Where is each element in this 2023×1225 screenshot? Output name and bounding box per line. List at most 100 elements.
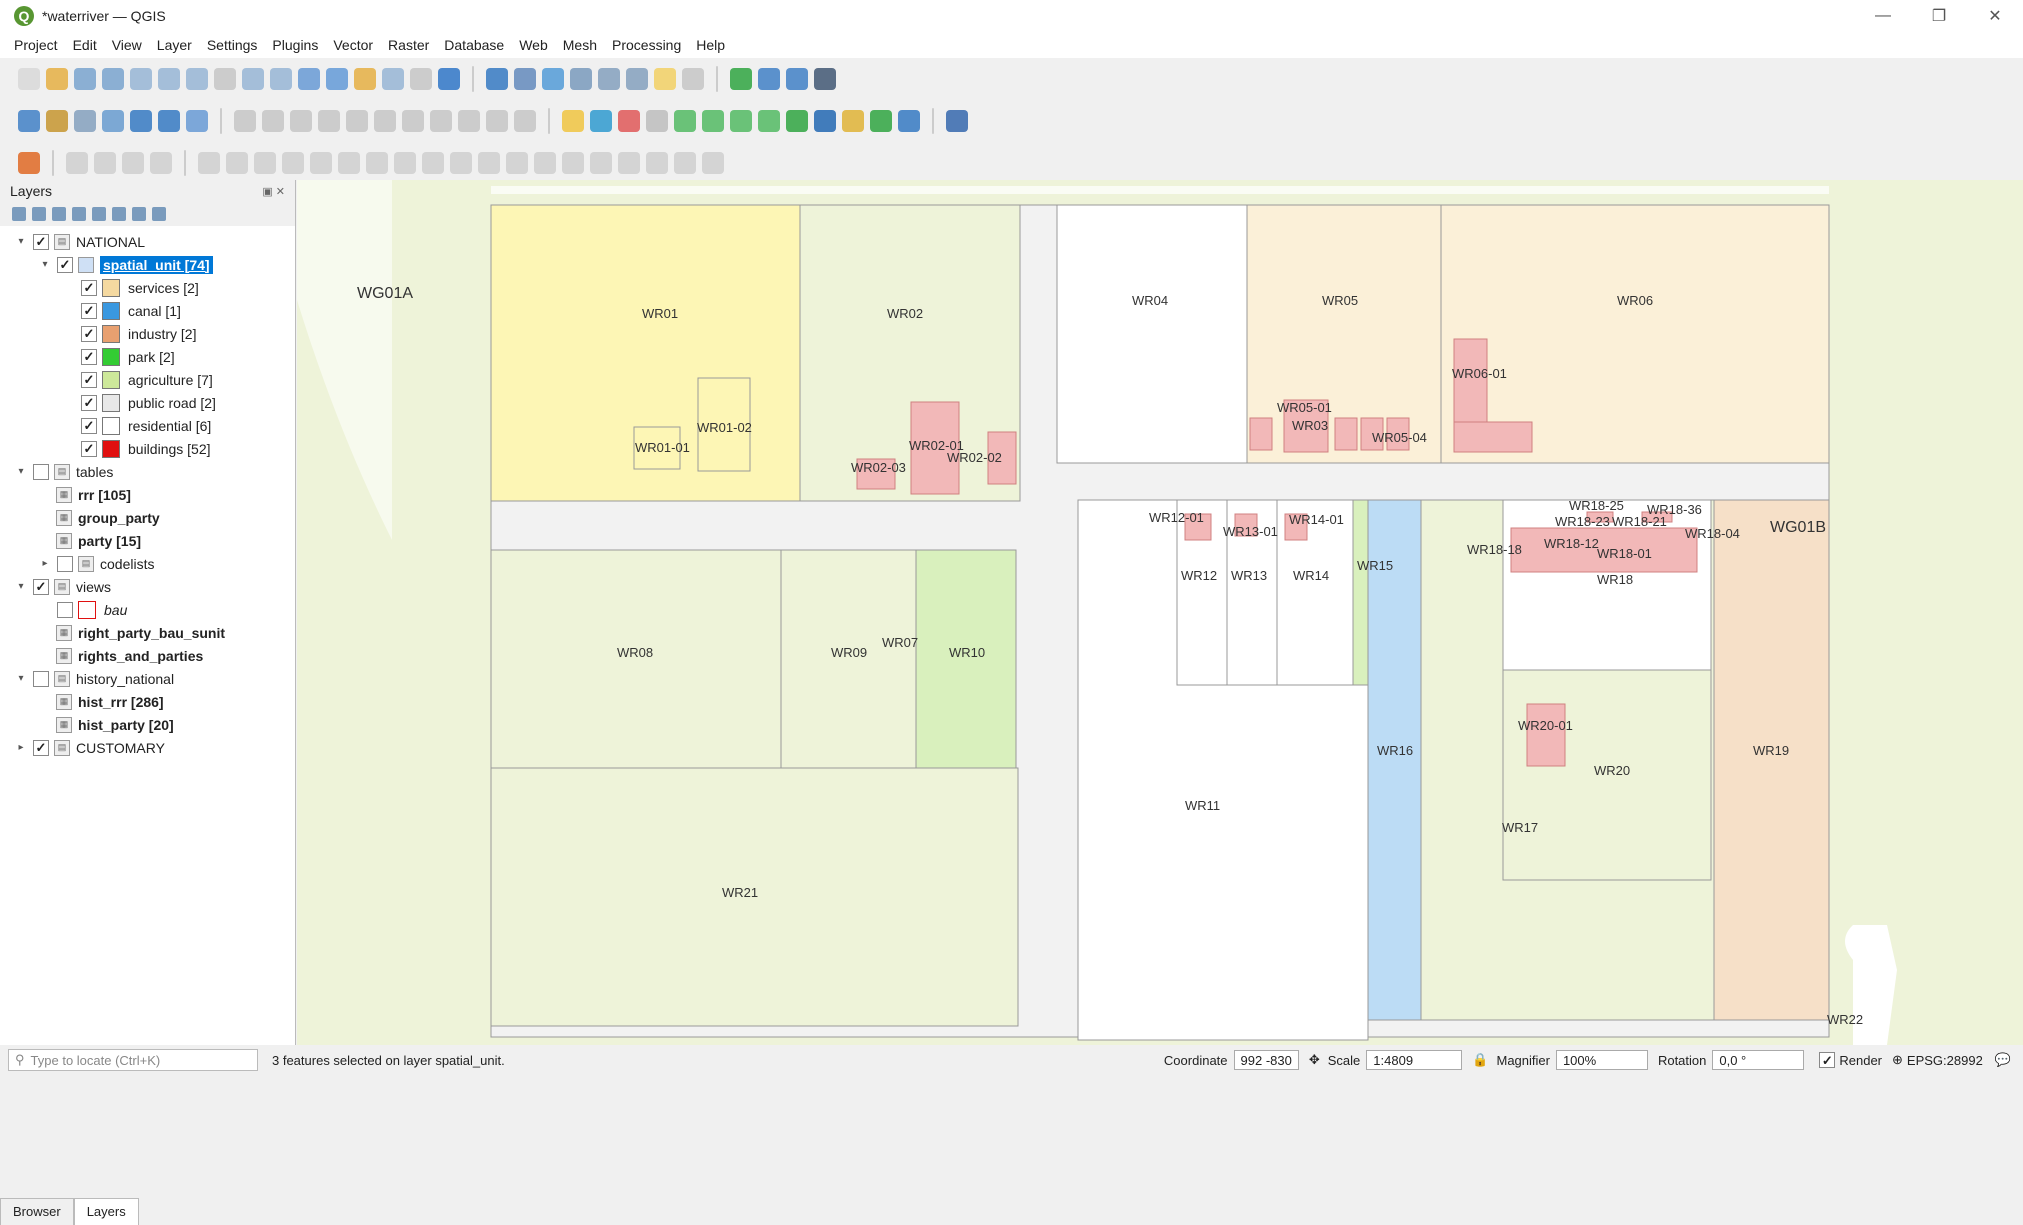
layer-tree-item[interactable]: ▾ ▤ history_national xyxy=(0,667,295,690)
zoom-last-icon[interactable] xyxy=(242,68,264,90)
menu-project[interactable]: Project xyxy=(14,37,58,53)
layer-tree-item[interactable]: ▾ ▤ tables xyxy=(0,460,295,483)
crs-button[interactable]: EPSG:28992 xyxy=(1907,1053,1983,1068)
crs-globe-icon[interactable]: ⊕ xyxy=(1892,1052,1903,1068)
locator-search[interactable]: ⚲ Type to locate (Ctrl+K) xyxy=(8,1049,258,1071)
menu-layer[interactable]: Layer xyxy=(157,37,192,53)
panel-float-close-icon[interactable]: ▣ ✕ xyxy=(262,185,285,198)
zoom-native-icon[interactable] xyxy=(214,68,236,90)
menu-plugins[interactable]: Plugins xyxy=(272,37,318,53)
layer-tree-item[interactable]: ▦ party [15] xyxy=(0,529,295,552)
metasearch-icon[interactable] xyxy=(898,110,920,132)
render-checkbox[interactable]: ✓ xyxy=(1819,1052,1836,1068)
maximize-button[interactable]: ❐ xyxy=(1911,0,1967,32)
minimize-button[interactable]: — xyxy=(1855,0,1911,32)
split-parts-icon[interactable] xyxy=(422,152,444,174)
vertex-tool-icon[interactable] xyxy=(346,110,368,132)
expand-toggle-icon[interactable]: ▾ xyxy=(14,236,28,247)
layer-visibility-checkbox[interactable]: ✓ xyxy=(81,394,97,411)
layer-tree-item[interactable]: ▸ ✓ ▤ CUSTOMARY xyxy=(0,736,295,759)
layer-tree-item[interactable]: ✓ canal [1] xyxy=(0,299,295,322)
data-source-manager-icon[interactable] xyxy=(18,110,40,132)
toolbox-icon[interactable] xyxy=(598,68,620,90)
show-bookmarks-icon[interactable] xyxy=(382,68,404,90)
copy-features-icon[interactable] xyxy=(430,110,452,132)
trim-extend-icon[interactable] xyxy=(366,152,388,174)
expand-toggle-icon[interactable]: ▸ xyxy=(14,742,28,753)
zoom-in-icon[interactable] xyxy=(74,68,96,90)
layer-tree-item[interactable]: ▦ hist_party [20] xyxy=(0,713,295,736)
filter-legend-icon[interactable] xyxy=(72,207,86,221)
snapping-icon[interactable] xyxy=(618,152,640,174)
zoom-to-layer-icon[interactable] xyxy=(186,68,208,90)
menu-settings[interactable]: Settings xyxy=(207,37,258,53)
layer-visibility-checkbox[interactable]: ✓ xyxy=(81,417,97,434)
layer-tree-item[interactable]: ▾ ✓ ▤ NATIONAL xyxy=(0,230,295,253)
menu-mesh[interactable]: Mesh xyxy=(563,37,597,53)
delete-part-icon[interactable] xyxy=(254,152,276,174)
layer-visibility-checkbox[interactable]: ✓ xyxy=(81,348,97,365)
plugin-globe-icon[interactable] xyxy=(730,68,752,90)
parcel-wr19[interactable] xyxy=(1713,499,1830,1021)
highlight-labels-icon[interactable] xyxy=(618,110,640,132)
diagram-icon[interactable] xyxy=(758,110,780,132)
building-wr05-a[interactable] xyxy=(1249,417,1273,451)
zoom-to-selection-icon[interactable] xyxy=(158,68,180,90)
undo-icon[interactable] xyxy=(486,110,508,132)
tab-layers[interactable]: Layers xyxy=(73,1198,139,1225)
paste-features-icon[interactable] xyxy=(458,110,480,132)
layer-tree-item[interactable]: ▦ hist_rrr [286] xyxy=(0,690,295,713)
temporal-controller-icon[interactable] xyxy=(410,68,432,90)
new-map-view-icon[interactable] xyxy=(298,68,320,90)
rotate-feature-icon[interactable] xyxy=(66,152,88,174)
cut-features-icon[interactable] xyxy=(402,110,424,132)
filter-expression-icon[interactable] xyxy=(92,207,106,221)
pin-labels-icon[interactable] xyxy=(590,110,612,132)
layer-visibility-checkbox[interactable] xyxy=(57,601,73,618)
edit-pencil-icon[interactable] xyxy=(262,110,284,132)
zoom-full-icon[interactable] xyxy=(130,68,152,90)
menu-help[interactable]: Help xyxy=(696,37,725,53)
style-manager-icon[interactable] xyxy=(12,207,26,221)
add-feature-icon[interactable] xyxy=(318,110,340,132)
expand-toggle-icon[interactable]: ▾ xyxy=(14,466,28,477)
building-wr06-01b[interactable] xyxy=(1453,421,1533,453)
label-rotate-icon[interactable] xyxy=(674,110,696,132)
expand-toggle-icon[interactable]: ▸ xyxy=(38,558,52,569)
label-move-icon[interactable] xyxy=(646,110,668,132)
measure-icon[interactable] xyxy=(626,68,648,90)
layer-tree-item[interactable]: ▦ right_party_bau_sunit xyxy=(0,621,295,644)
menu-database[interactable]: Database xyxy=(444,37,504,53)
messages-icon[interactable]: 💬 xyxy=(1995,1052,2011,1068)
layer-tree-item[interactable]: bau xyxy=(0,598,295,621)
layer-visibility-checkbox[interactable]: ✓ xyxy=(33,739,49,756)
pan-to-selection-icon[interactable] xyxy=(46,68,68,90)
building-wr20-01[interactable] xyxy=(1526,703,1566,767)
layer-tree-item[interactable]: ✓ services [2] xyxy=(0,276,295,299)
statistics-icon[interactable] xyxy=(570,68,592,90)
tracing-icon[interactable] xyxy=(18,152,40,174)
reverse-line-icon[interactable] xyxy=(338,152,360,174)
menu-processing[interactable]: Processing xyxy=(612,37,681,53)
label-toolbar-icon[interactable] xyxy=(562,110,584,132)
collapse-all-icon[interactable] xyxy=(132,207,146,221)
raster-calc-icon[interactable] xyxy=(786,110,808,132)
map-canvas[interactable]: WG01A WG01B WR01 WR01-01 WR01-02 WR02 WR02-01 W… xyxy=(297,180,2023,1045)
add-wms-icon[interactable] xyxy=(130,110,152,132)
menu-raster[interactable]: Raster xyxy=(388,37,429,53)
reshape-icon[interactable] xyxy=(282,152,304,174)
field-calculator-icon[interactable] xyxy=(542,68,564,90)
snap-options-icon[interactable] xyxy=(646,152,668,174)
offset-curve-icon[interactable] xyxy=(310,152,332,174)
coordinate-field[interactable]: 992 -830 xyxy=(1233,1050,1299,1070)
layer-visibility-checkbox[interactable]: ✓ xyxy=(81,302,97,319)
label-change-icon[interactable] xyxy=(702,110,724,132)
scale-field[interactable]: 1:4809 xyxy=(1366,1050,1463,1070)
toggle-editing-icon[interactable] xyxy=(234,110,256,132)
add-ring-icon[interactable] xyxy=(122,152,144,174)
layer-tree-item[interactable]: ✓ industry [2] xyxy=(0,322,295,345)
layer-tree-item[interactable]: ✓ public road [2] xyxy=(0,391,295,414)
show-hide-labels-icon[interactable] xyxy=(730,110,752,132)
layer-visibility-checkbox[interactable]: ✓ xyxy=(57,256,73,273)
heatmap-icon[interactable] xyxy=(842,110,864,132)
